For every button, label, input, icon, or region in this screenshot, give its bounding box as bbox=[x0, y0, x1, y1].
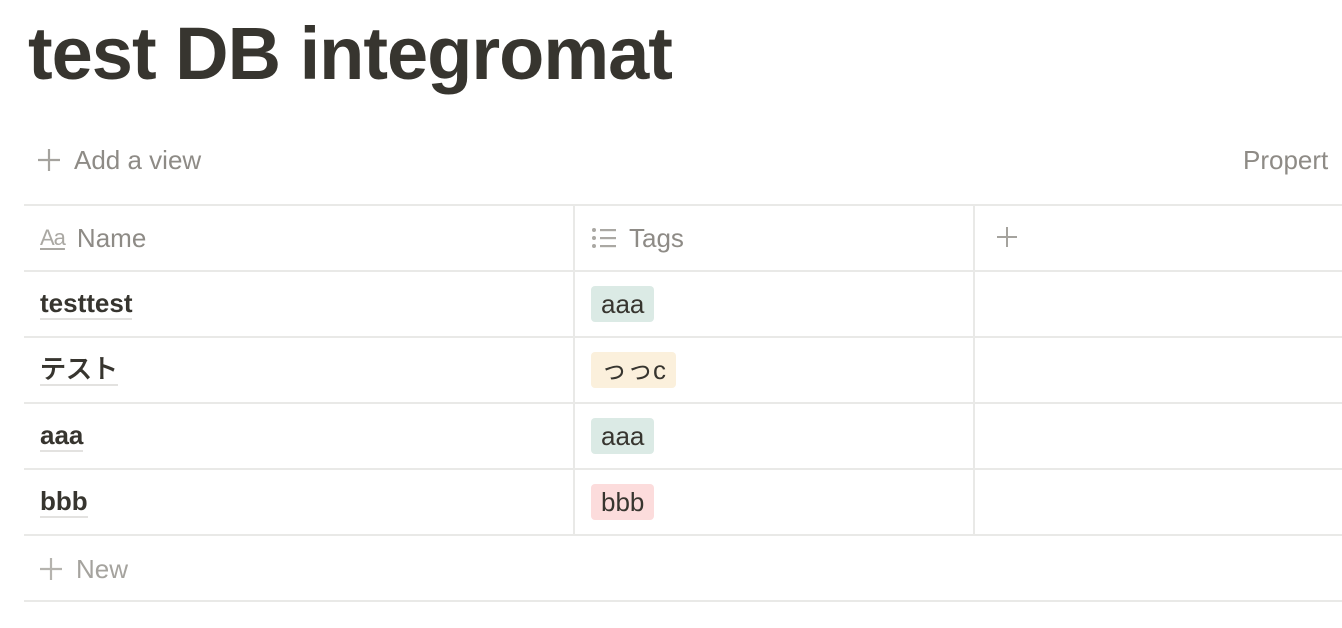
text-aa-icon: Aa bbox=[40, 225, 66, 250]
new-row-button[interactable]: New bbox=[38, 554, 128, 585]
tags-cell[interactable]: っっc bbox=[575, 338, 975, 402]
table-row: テスト っっc bbox=[24, 336, 1342, 402]
column-header-label: Name bbox=[76, 222, 147, 253]
plus-icon bbox=[38, 556, 64, 582]
page-title: test DB integromat bbox=[28, 12, 673, 95]
name-cell[interactable]: aaa bbox=[24, 404, 575, 468]
empty-cell[interactable] bbox=[975, 470, 1342, 534]
tags-cell[interactable]: bbb bbox=[575, 470, 975, 534]
column-header-label: Tags bbox=[629, 222, 684, 253]
add-view-label: Add a view bbox=[74, 144, 202, 175]
add-view-button[interactable]: Add a view bbox=[36, 136, 201, 184]
row-name[interactable]: aaa bbox=[40, 420, 84, 452]
add-column-button[interactable] bbox=[975, 206, 1342, 270]
row-name[interactable]: testtest bbox=[40, 288, 133, 320]
tag-chip: aaa bbox=[591, 286, 655, 322]
tag-chip: aaa bbox=[591, 418, 655, 454]
table-row: bbb bbb bbox=[24, 468, 1342, 536]
column-header-name[interactable]: Aa Name bbox=[24, 206, 575, 270]
tag-chip: bbb bbox=[591, 484, 655, 520]
tag-chip: っっc bbox=[591, 352, 677, 388]
properties-button[interactable]: Propert bbox=[1243, 136, 1328, 184]
new-row-label: New bbox=[76, 553, 129, 584]
table-row: testtest aaa bbox=[24, 270, 1342, 336]
name-cell[interactable]: testtest bbox=[24, 272, 575, 336]
plus-icon bbox=[36, 147, 62, 173]
row-name[interactable]: bbb bbox=[40, 486, 88, 518]
empty-cell[interactable] bbox=[975, 404, 1342, 468]
empty-cell[interactable] bbox=[975, 272, 1342, 336]
empty-cell[interactable] bbox=[975, 338, 1342, 402]
table-header-row: Aa Name Tags bbox=[24, 204, 1342, 270]
table-row: aaa aaa bbox=[24, 402, 1342, 468]
tags-cell[interactable]: aaa bbox=[575, 272, 975, 336]
new-row-bar: New bbox=[24, 538, 1342, 602]
list-icon bbox=[591, 227, 617, 249]
column-header-tags[interactable]: Tags bbox=[575, 206, 975, 270]
plus-icon bbox=[995, 225, 1021, 251]
view-toolbar: Add a view Propert bbox=[24, 136, 1342, 184]
name-cell[interactable]: bbb bbox=[24, 470, 575, 534]
tags-cell[interactable]: aaa bbox=[575, 404, 975, 468]
row-name[interactable]: テスト bbox=[40, 354, 119, 386]
name-cell[interactable]: テスト bbox=[24, 338, 575, 402]
database-table: Aa Name Tags testtest aaa テスト っっc aaa aa… bbox=[24, 204, 1342, 536]
